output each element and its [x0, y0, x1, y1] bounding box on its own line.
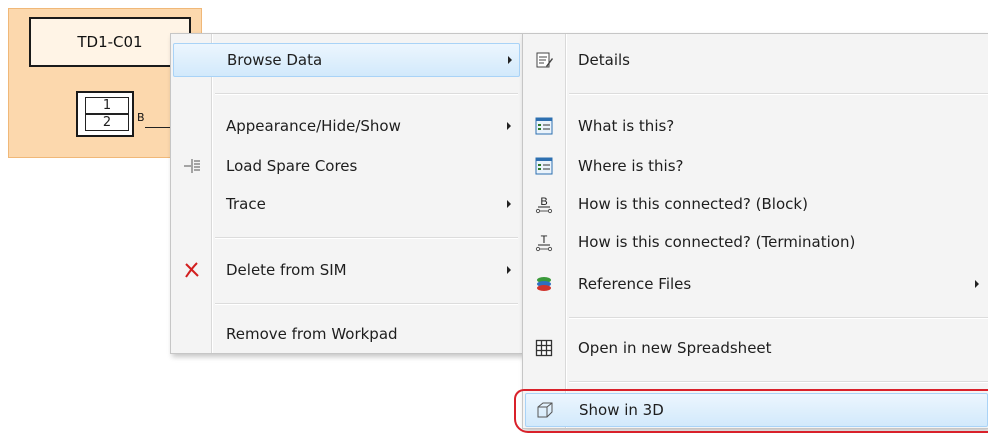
- context-menu: Browse Data Appearance/Hide/Show Load Sp…: [170, 33, 523, 354]
- submenu-item-label: Open in new Spreadsheet: [578, 339, 772, 357]
- menu-item-label: Load Spare Cores: [226, 157, 358, 175]
- submenu-item-connected-termination[interactable]: T How is this connected? (Termination): [525, 225, 988, 259]
- block-connection-icon: B: [533, 193, 555, 215]
- port-box[interactable]: 1 2: [76, 91, 134, 137]
- termination-connection-glyph: T: [541, 234, 548, 246]
- menu-separator: [569, 381, 988, 382]
- submenu-arrow-icon: [507, 200, 511, 208]
- submenu-item-label: What is this?: [578, 117, 675, 135]
- menu-separator: [215, 93, 518, 94]
- menu-separator: [215, 237, 518, 238]
- port-label: B: [137, 111, 145, 124]
- details-icon: [533, 49, 555, 71]
- annotation-highlight-circle: [514, 389, 988, 433]
- port-number-2: 2: [85, 114, 129, 131]
- menu-item-label: Trace: [226, 195, 266, 213]
- load-spare-cores-icon: [181, 155, 203, 177]
- menu-item-label: Appearance/Hide/Show: [226, 117, 401, 135]
- menu-item-appearance[interactable]: Appearance/Hide/Show: [173, 109, 520, 143]
- submenu-item-reference-files[interactable]: Reference Files: [525, 267, 988, 301]
- menu-item-remove-from-workpad[interactable]: Remove from Workpad: [173, 317, 520, 351]
- submenu-item-label: Details: [578, 51, 631, 69]
- termination-connection-icon: T: [533, 231, 555, 253]
- submenu-arrow-icon: [975, 280, 979, 288]
- submenu-arrow-icon: [508, 56, 512, 64]
- submenu-arrow-icon: [507, 122, 511, 130]
- menu-item-label: Browse Data: [227, 51, 323, 69]
- submenu-item-label: How is this connected? (Block): [578, 195, 808, 213]
- menu-separator: [569, 93, 988, 94]
- block-title: TD1-C01: [29, 17, 191, 67]
- menu-item-label: Remove from Workpad: [226, 325, 398, 343]
- properties-icon: [533, 115, 555, 137]
- spreadsheet-grid-icon: [533, 337, 555, 359]
- submenu-item-details[interactable]: Details: [525, 43, 988, 77]
- menu-item-load-spare-cores[interactable]: Load Spare Cores: [173, 149, 520, 183]
- connector-line: [145, 127, 173, 128]
- properties-icon: [533, 155, 555, 177]
- submenu-arrow-icon: [507, 266, 511, 274]
- submenu-item-what-is-this[interactable]: What is this?: [525, 109, 988, 143]
- menu-item-trace[interactable]: Trace: [173, 187, 520, 221]
- reference-files-icon: [533, 273, 555, 295]
- red-x-icon: [181, 259, 203, 281]
- submenu-item-label: Reference Files: [578, 275, 692, 293]
- port-number-1: 1: [85, 97, 129, 114]
- menu-item-browse-data[interactable]: Browse Data: [173, 43, 520, 77]
- menu-item-delete-from-sim[interactable]: Delete from SIM: [173, 253, 520, 287]
- submenu-item-label: How is this connected? (Termination): [578, 233, 856, 251]
- submenu-item-label: Where is this?: [578, 157, 684, 175]
- browse-data-submenu: Details What is this? Where is this? B H…: [522, 33, 988, 429]
- menu-separator: [215, 303, 518, 304]
- submenu-item-open-spreadsheet[interactable]: Open in new Spreadsheet: [525, 331, 988, 365]
- menu-item-label: Delete from SIM: [226, 261, 347, 279]
- block-connection-glyph: B: [540, 196, 547, 208]
- menu-separator: [569, 317, 988, 318]
- submenu-item-where-is-this[interactable]: Where is this?: [525, 149, 988, 183]
- submenu-item-connected-block[interactable]: B How is this connected? (Block): [525, 187, 988, 221]
